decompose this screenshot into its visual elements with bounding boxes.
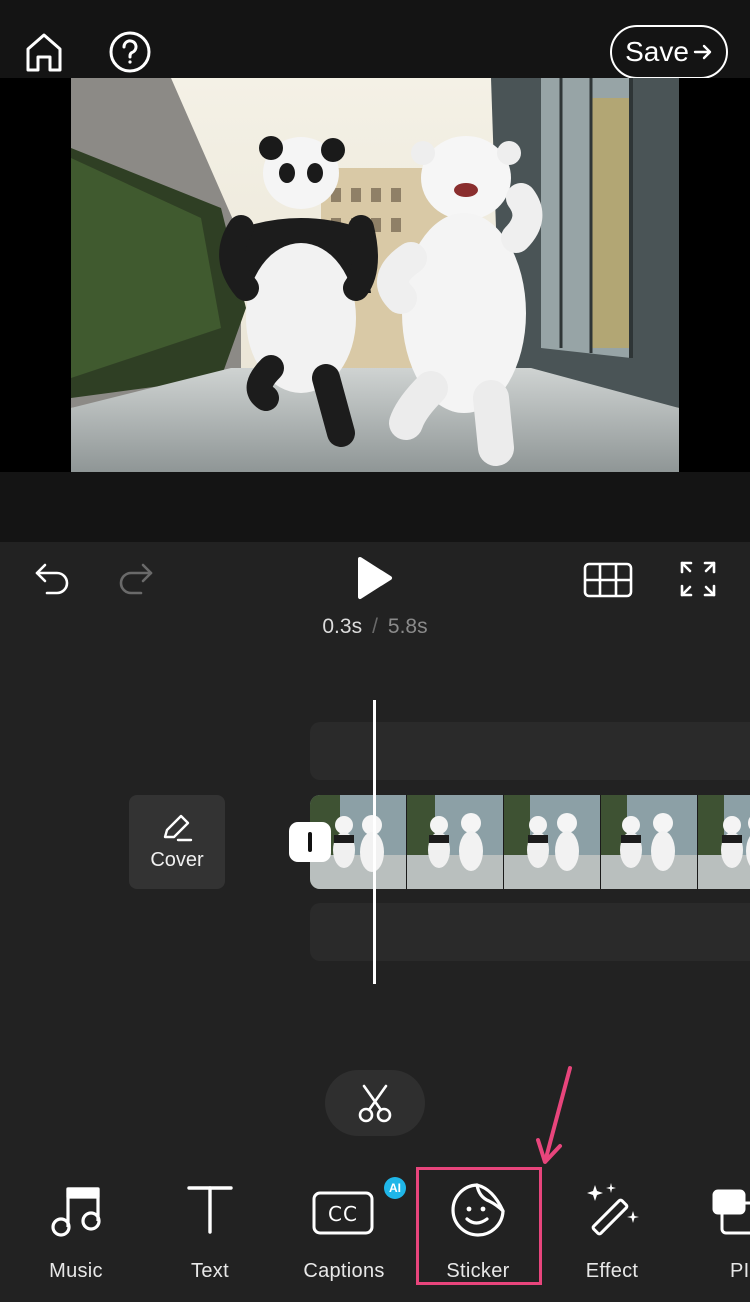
video-preview-area (0, 78, 750, 472)
tool-music[interactable]: Music (16, 1170, 136, 1290)
clip-thumbnail (504, 795, 601, 889)
undo-icon[interactable] (30, 558, 74, 598)
time-separator: / (372, 615, 378, 638)
split-button[interactable] (325, 1070, 425, 1136)
home-icon[interactable] (22, 30, 66, 74)
video-clip-track[interactable] (310, 795, 750, 889)
tool-captions-label: Captions (303, 1260, 385, 1282)
playhead[interactable] (373, 700, 376, 984)
clip-thumbnail (601, 795, 698, 889)
ai-badge: AI (384, 1177, 406, 1199)
audio-track[interactable] (310, 722, 750, 780)
text-icon (186, 1170, 234, 1250)
preview-spacer (0, 472, 750, 542)
tool-pip[interactable]: PI (680, 1170, 750, 1290)
arrow-right-icon (693, 44, 712, 60)
cover-label: Cover (150, 848, 204, 871)
music-note-icon (50, 1170, 102, 1250)
clip-trim-handle[interactable] (289, 822, 331, 862)
tool-text-label: Text (191, 1260, 229, 1282)
video-preview[interactable] (71, 78, 679, 472)
fullscreen-icon[interactable] (676, 557, 720, 601)
magic-wand-icon (581, 1170, 643, 1250)
grid-icon[interactable] (582, 560, 634, 600)
text-track[interactable] (310, 903, 750, 961)
tool-text[interactable]: Text (150, 1170, 270, 1290)
redo-icon[interactable] (114, 558, 158, 598)
captions-icon: CC AI (312, 1170, 406, 1250)
pencil-icon (163, 814, 193, 841)
time-readout: 0.3s / 5.8s (0, 615, 750, 639)
scissors-icon (358, 1084, 392, 1123)
total-time: 5.8s (387, 615, 428, 638)
clip-thumbnail (698, 795, 750, 889)
help-icon[interactable] (108, 30, 152, 74)
tool-effect-label: Effect (585, 1260, 639, 1282)
tool-music-label: Music (49, 1260, 103, 1282)
tool-captions[interactable]: CC AI Captions (284, 1170, 406, 1290)
pip-icon (680, 1170, 750, 1250)
tool-pip-label: PI (730, 1260, 750, 1282)
play-icon[interactable] (352, 552, 398, 604)
top-bar: Save (0, 0, 750, 79)
annotation-arrow (524, 1062, 584, 1172)
svg-text:CC: CC (328, 1202, 358, 1226)
clip-thumbnail (407, 795, 504, 889)
cover-button[interactable]: Cover (129, 795, 225, 889)
current-time: 0.3s (322, 615, 363, 638)
tool-effect[interactable]: Effect (552, 1170, 672, 1290)
save-label: Save (625, 36, 689, 67)
sticker-highlight-box (416, 1167, 542, 1285)
save-button[interactable]: Save (610, 25, 728, 79)
